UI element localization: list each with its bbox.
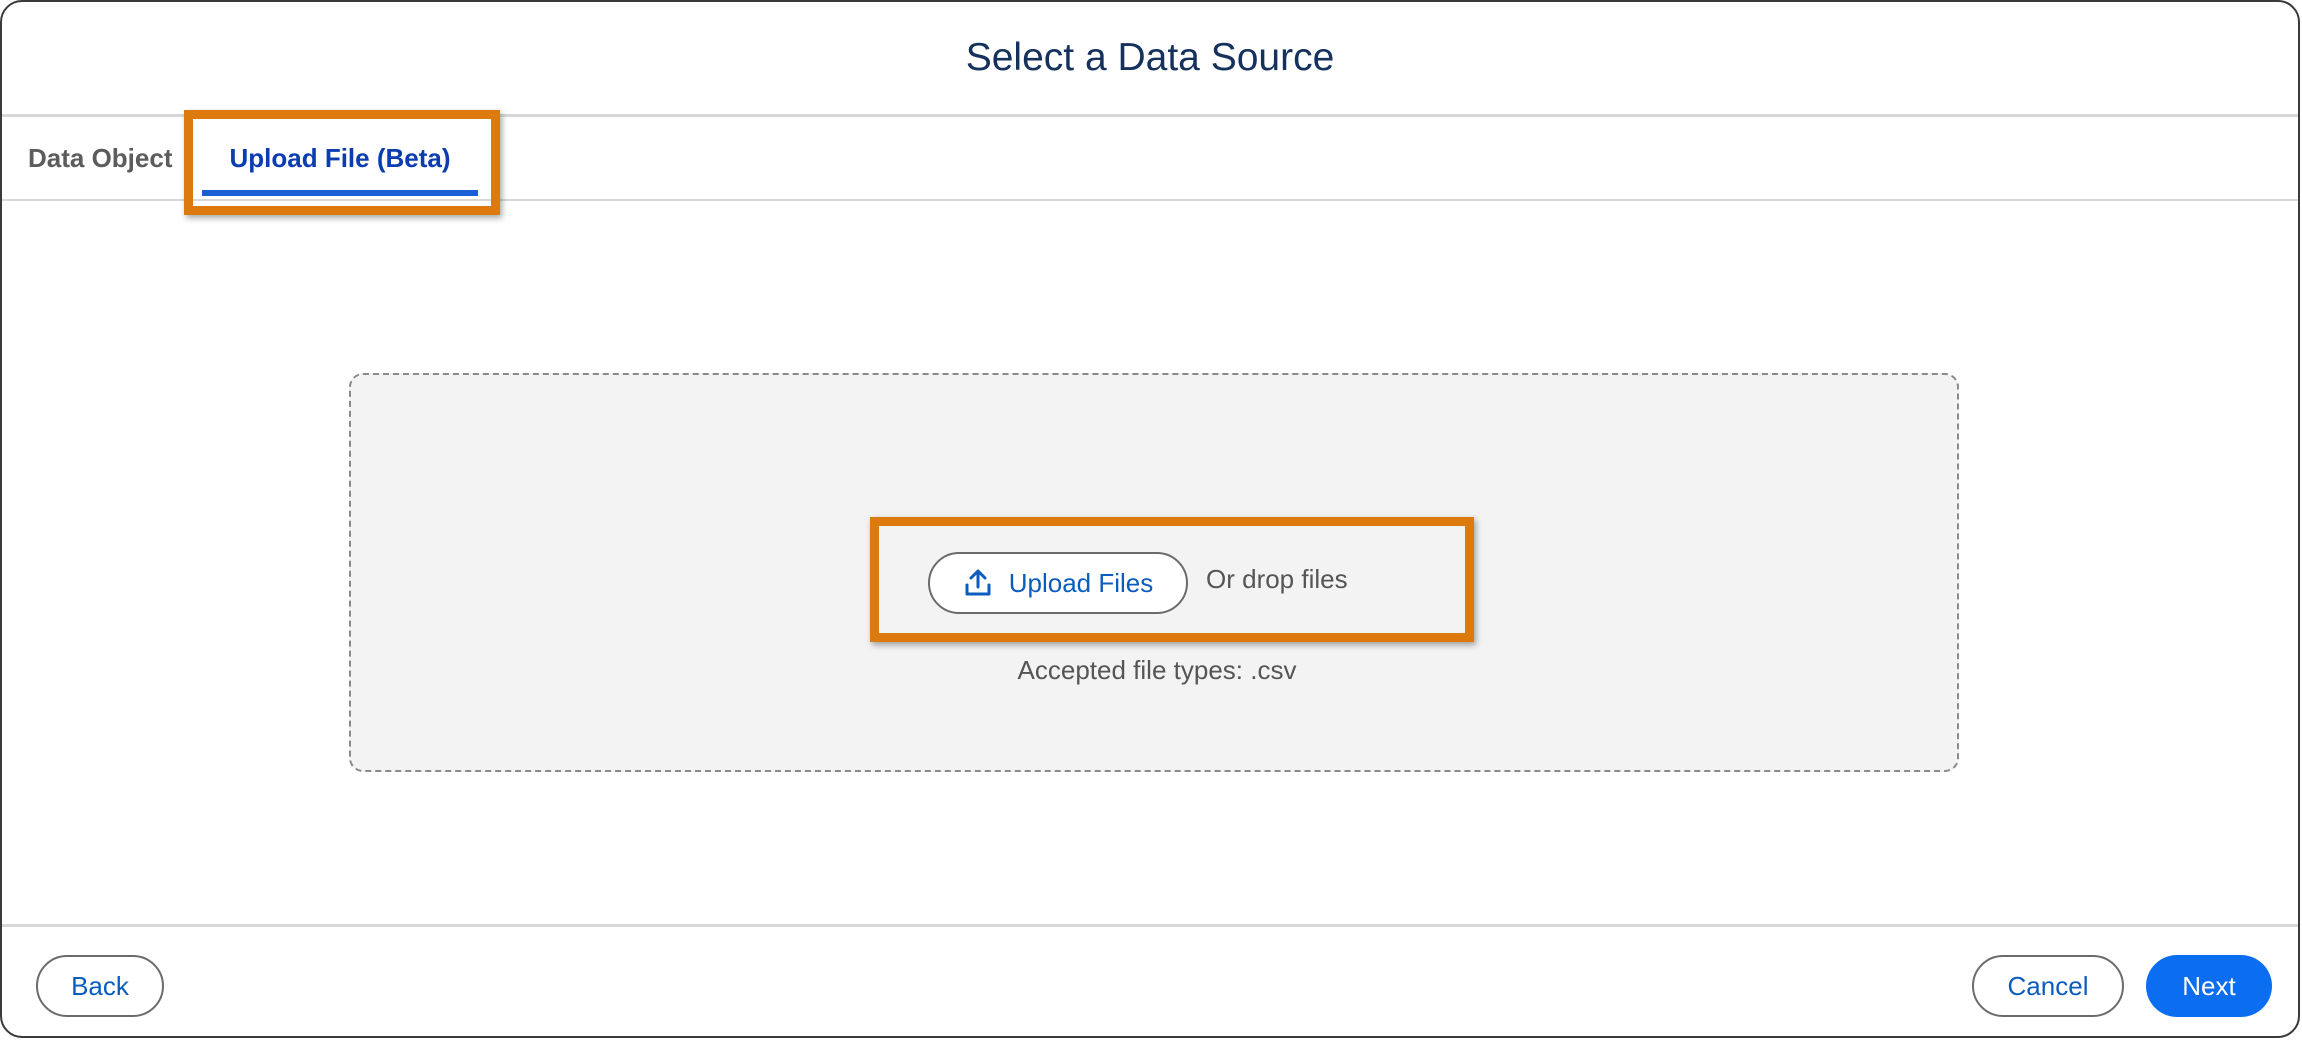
back-button[interactable]: Back — [36, 955, 164, 1017]
accepted-file-types: Accepted file types: .csv — [1017, 655, 1297, 685]
tab-upload-file[interactable]: Upload File (Beta) — [202, 117, 478, 199]
drop-files-text: Or drop files — [1206, 564, 1348, 594]
dialog-header: Select a Data Source — [2, 2, 2298, 117]
next-button[interactable]: Next — [2146, 955, 2272, 1017]
upload-icon — [963, 568, 993, 598]
active-tab-indicator — [202, 190, 478, 196]
upload-files-label: Upload Files — [1008, 567, 1154, 598]
select-data-source-dialog: Select a Data Source Data Object Upload … — [0, 0, 2300, 1038]
dialog-title: Select a Data Source — [965, 36, 1335, 79]
dialog-footer: Back Cancel Next — [2, 924, 2298, 1036]
cancel-button[interactable]: Cancel — [1972, 955, 2124, 1017]
upload-files-button[interactable]: Upload Files — [928, 552, 1188, 614]
tab-data-object[interactable]: Data Object — [28, 117, 173, 199]
tab-bar: Data Object Upload File (Beta) — [2, 117, 2298, 201]
